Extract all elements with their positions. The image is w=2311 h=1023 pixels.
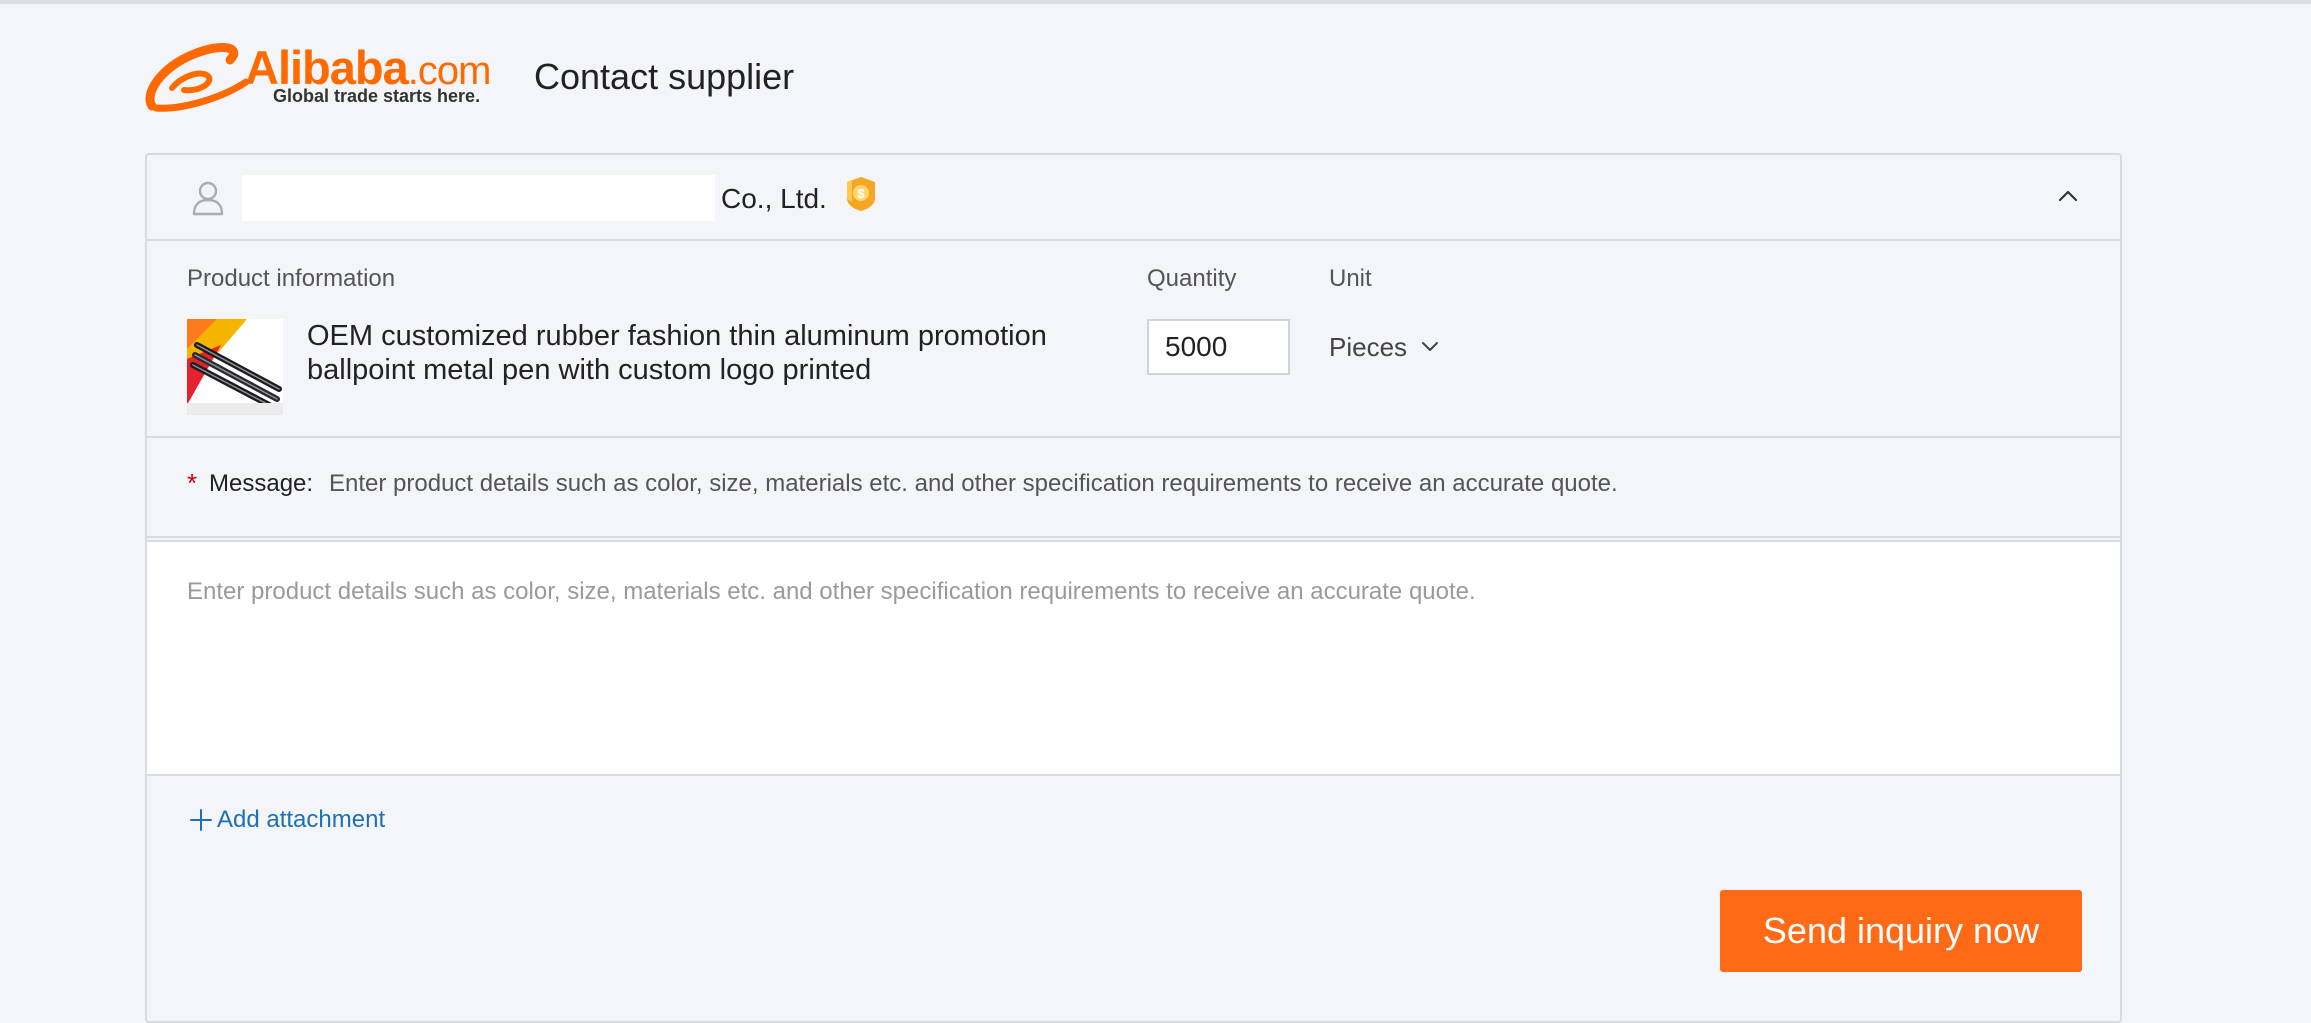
add-attachment-link[interactable]: Add attachment [189,806,385,834]
page-header: Alibaba.com Global trade starts here. Co… [142,40,794,114]
logo-wordmark: Alibaba.com [245,41,491,94]
chevron-down-icon [1422,342,1439,351]
chevron-up-icon[interactable] [2058,189,2078,203]
inquiry-form-card: Co., Ltd. $ Product information Quantity… [145,153,2122,1023]
message-textarea[interactable] [147,540,2120,776]
unit-label: Unit [1329,265,1372,292]
product-info-label: Product information [187,265,396,292]
product-name[interactable]: OEM customized rubber fashion thin alumi… [307,319,1087,387]
page-title: Contact supplier [534,56,795,97]
supplier-bar[interactable]: Co., Ltd. $ [147,155,2120,241]
alibaba-logo[interactable]: Alibaba.com Global trade starts here. [142,40,510,114]
required-marker: * [187,468,198,498]
unit-selected-value: Pieces [1329,331,1408,362]
send-inquiry-button[interactable]: Send inquiry now [1720,890,2082,972]
supplier-name-redacted [242,175,715,221]
plus-icon [190,809,212,831]
top-divider [0,0,2311,4]
message-label: Message: [209,470,314,497]
product-information-section: Product information Quantity Unit OEM cu… [147,241,2120,438]
svg-text:$: $ [857,186,865,201]
unit-dropdown[interactable]: Pieces [1329,327,1439,367]
gold-supplier-badge-icon: $ [847,177,875,211]
logo-tagline: Global trade starts here. [273,86,481,106]
add-attachment-label: Add attachment [217,806,386,833]
message-label-row: * Message: Enter product details such as… [147,438,2120,538]
product-image [187,319,283,415]
quantity-label: Quantity [1147,265,1237,292]
product-thumbnail[interactable] [187,319,283,415]
message-hint: Enter product details such as color, siz… [329,470,1618,497]
quantity-input[interactable] [1147,319,1290,375]
supplier-name-suffix: Co., Ltd. [721,183,827,214]
user-icon [192,181,224,216]
